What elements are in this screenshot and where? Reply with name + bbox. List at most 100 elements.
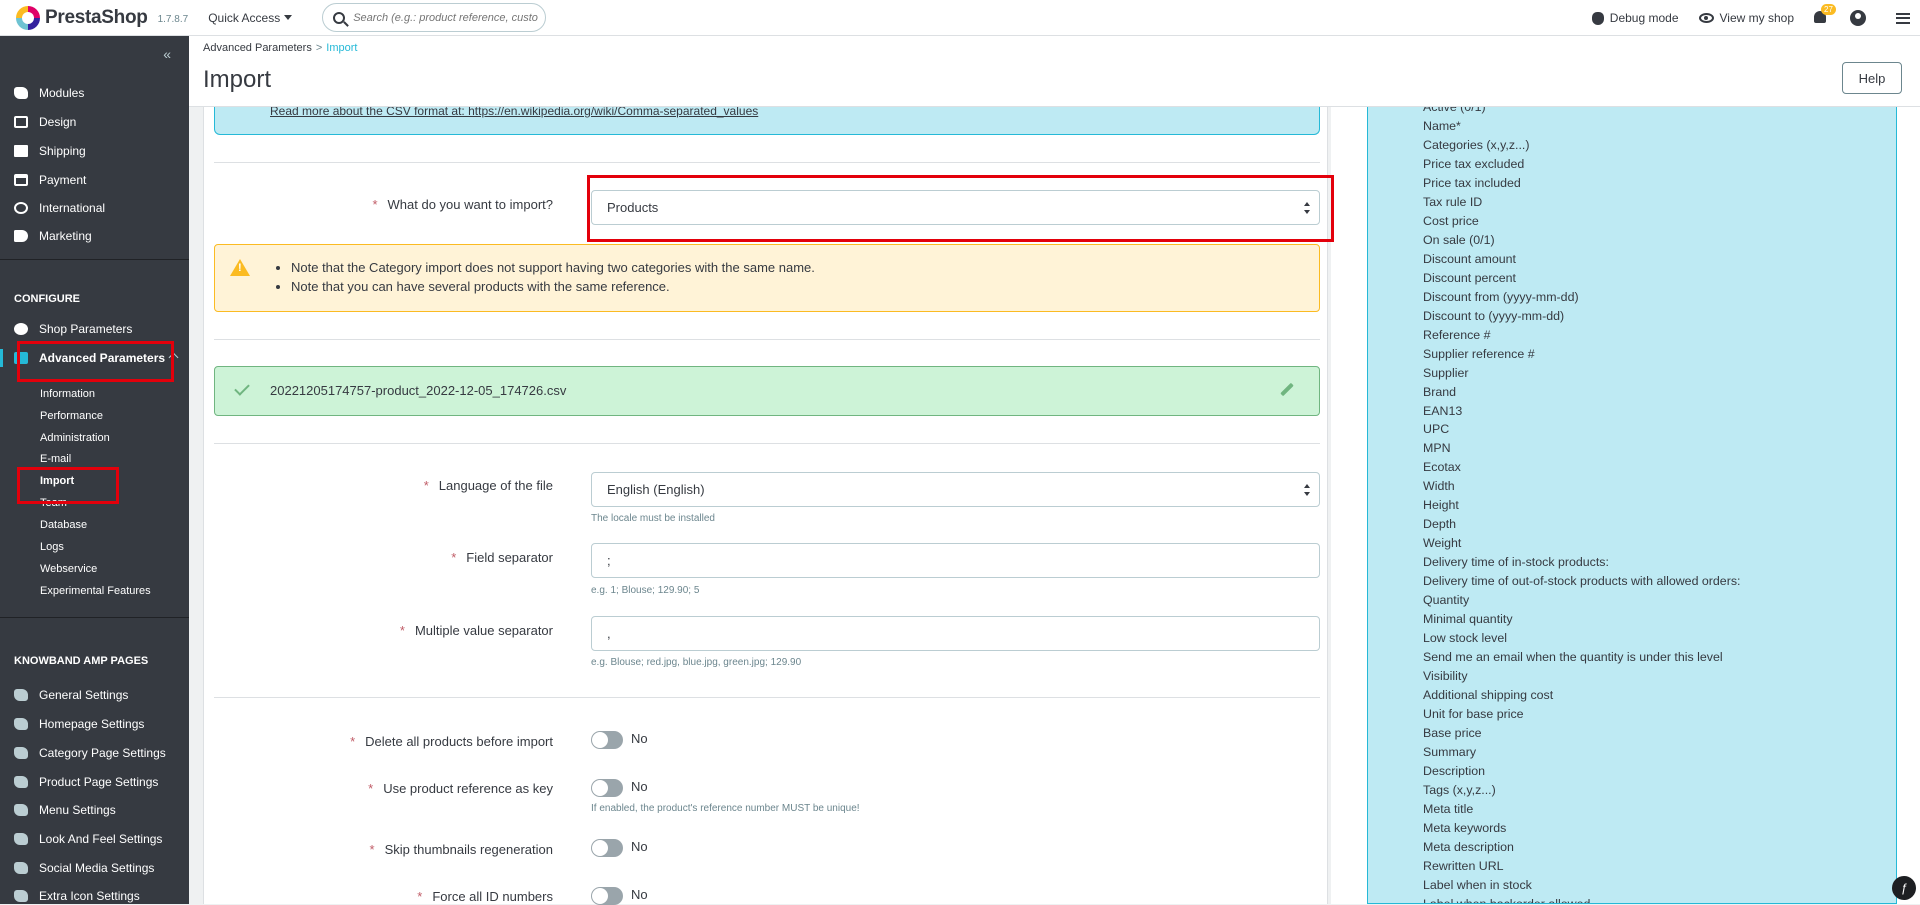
divider [214,697,1320,698]
force-ids-label: *Force all ID numbers [417,889,553,904]
sidebar-item-modules[interactable]: Modules [0,84,189,102]
sidebar-item-label: Modules [39,86,84,100]
version-label: 1.7.8.7 [158,14,189,25]
field-separator-input[interactable]: ; [591,543,1320,578]
page-title: Import [203,66,271,94]
import-entity-select[interactable]: Products [591,190,1320,225]
sidebar-item-general-settings[interactable]: General Settings [0,686,189,704]
sidebar-divider [0,259,189,260]
active-indicator [0,349,3,367]
puzzle-icon [14,718,28,730]
field-item: Description [1423,762,1740,781]
warning-list: Note that the Category import does not s… [277,258,815,296]
view-shop-label: View my shop [1720,11,1794,25]
field-item: Low stock level [1423,629,1740,648]
puzzle-icon [14,776,28,788]
sidebar-item-label: Design [39,115,76,129]
sidebar-item-international[interactable]: International [0,199,189,217]
brand-name: PrestaShop [45,7,148,29]
submenu-information[interactable]: Information [40,388,95,400]
sidebar-item-marketing[interactable]: Marketing [0,227,189,245]
reference-key-toggle[interactable] [591,779,623,797]
warning-alert: Note that the Category import does not s… [214,244,1320,312]
symfony-debug-icon[interactable]: ƒ [1892,876,1916,900]
field-item: Active (0/1) [1423,107,1740,117]
field-item: Delivery time of out-of-stock products w… [1423,572,1740,591]
force-ids-toggle[interactable] [591,887,623,905]
breadcrumb-parent[interactable]: Advanced Parameters [203,42,312,54]
submenu-database[interactable]: Database [40,519,87,531]
sidebar: « Modules Design Shipping Payment Intern… [0,36,189,904]
sidebar-item-category-page-settings[interactable]: Category Page Settings [0,744,189,762]
delete-products-toggle[interactable] [591,731,623,749]
skip-thumbnails-toggle[interactable] [591,839,623,857]
submenu-email[interactable]: E-mail [40,453,71,465]
field-item: Delivery time of in-stock products: [1423,553,1740,572]
divider [214,339,1320,340]
submenu-experimental-features[interactable]: Experimental Features [40,585,151,597]
check-icon [234,380,250,396]
field-item: Cost price [1423,212,1740,231]
submenu-import[interactable]: Import [40,475,74,487]
sidebar-item-shipping[interactable]: Shipping [0,142,189,160]
debug-mode-link[interactable]: Debug mode [1592,11,1679,25]
sidebar-item-label: Payment [39,173,86,187]
csv-info-alert: Read more about the CSV format at: https… [214,107,1320,135]
sidebar-item-shop-parameters[interactable]: Shop Parameters [0,320,189,338]
sidebar-divider [0,617,189,618]
multi-value-separator-input[interactable]: , [591,616,1320,651]
sidebar-item-label: Homepage Settings [39,717,144,731]
breadcrumb-current[interactable]: Import [326,42,357,54]
notifications-button[interactable]: 27 [1814,11,1828,25]
submenu-performance[interactable]: Performance [40,410,103,422]
logo[interactable]: PrestaShop 1.7.8.7 [16,0,188,36]
puzzle-icon [14,747,28,759]
submenu-administration[interactable]: Administration [40,432,110,444]
notification-count-badge: 27 [1821,4,1836,15]
chevron-up-icon [169,353,179,363]
user-account-icon[interactable] [1850,10,1866,26]
field-separator-value: ; [607,553,611,568]
delete-products-value: No [631,731,648,746]
submenu-team[interactable]: Team [40,497,67,509]
gear-icon [14,323,28,335]
hamburger-menu-icon[interactable] [1896,13,1910,24]
sidebar-item-label: Advanced Parameters [39,351,165,365]
sidebar-item-extra-icon-settings[interactable]: Extra Icon Settings [0,887,189,904]
submenu-webservice[interactable]: Webservice [40,563,97,575]
sidebar-item-social-media-settings[interactable]: Social Media Settings [0,859,189,877]
language-select[interactable]: English (English) [591,472,1320,507]
submenu-logs[interactable]: Logs [40,541,64,553]
sidebar-item-label: Social Media Settings [39,861,154,875]
field-item: Base price [1423,724,1740,743]
field-item: Depth [1423,515,1740,534]
sidebar-item-label: International [39,201,105,215]
field-item: Quantity [1423,591,1740,610]
settings-icon [14,352,28,364]
csv-info-link[interactable]: Read more about the CSV format at: https… [270,107,758,118]
sidebar-item-homepage-settings[interactable]: Homepage Settings [0,715,189,733]
sidebar-item-product-page-settings[interactable]: Product Page Settings [0,773,189,791]
eye-icon [1699,13,1714,23]
search-input[interactable] [353,12,538,24]
sidebar-item-label: Product Page Settings [39,775,158,789]
field-item: Minimal quantity [1423,610,1740,629]
quick-access-dropdown[interactable]: Quick Access [208,11,292,25]
sidebar-item-advanced-parameters[interactable]: Advanced Parameters [0,349,189,367]
sidebar-item-label: Shop Parameters [39,322,132,336]
uploaded-file-name: 20221205174757-product_2022-12-05_174726… [270,383,566,398]
available-fields-panel: Active (0/1)Name*Categories (x,y,z...)Pr… [1331,107,1920,904]
help-button[interactable]: Help [1842,62,1902,94]
sidebar-collapse-button[interactable]: « [163,46,171,62]
search-box[interactable] [322,3,546,32]
sidebar-item-menu-settings[interactable]: Menu Settings [0,801,189,819]
multi-value-separator-value: , [607,626,611,641]
pencil-icon[interactable] [1280,383,1293,396]
import-entity-value: Products [607,200,658,215]
view-shop-link[interactable]: View my shop [1699,11,1794,25]
sidebar-item-design[interactable]: Design [0,113,189,131]
sidebar-item-payment[interactable]: Payment [0,171,189,189]
sidebar-item-look-and-feel-settings[interactable]: Look And Feel Settings [0,830,189,848]
force-ids-value: No [631,887,648,902]
field-item: Categories (x,y,z...) [1423,136,1740,155]
